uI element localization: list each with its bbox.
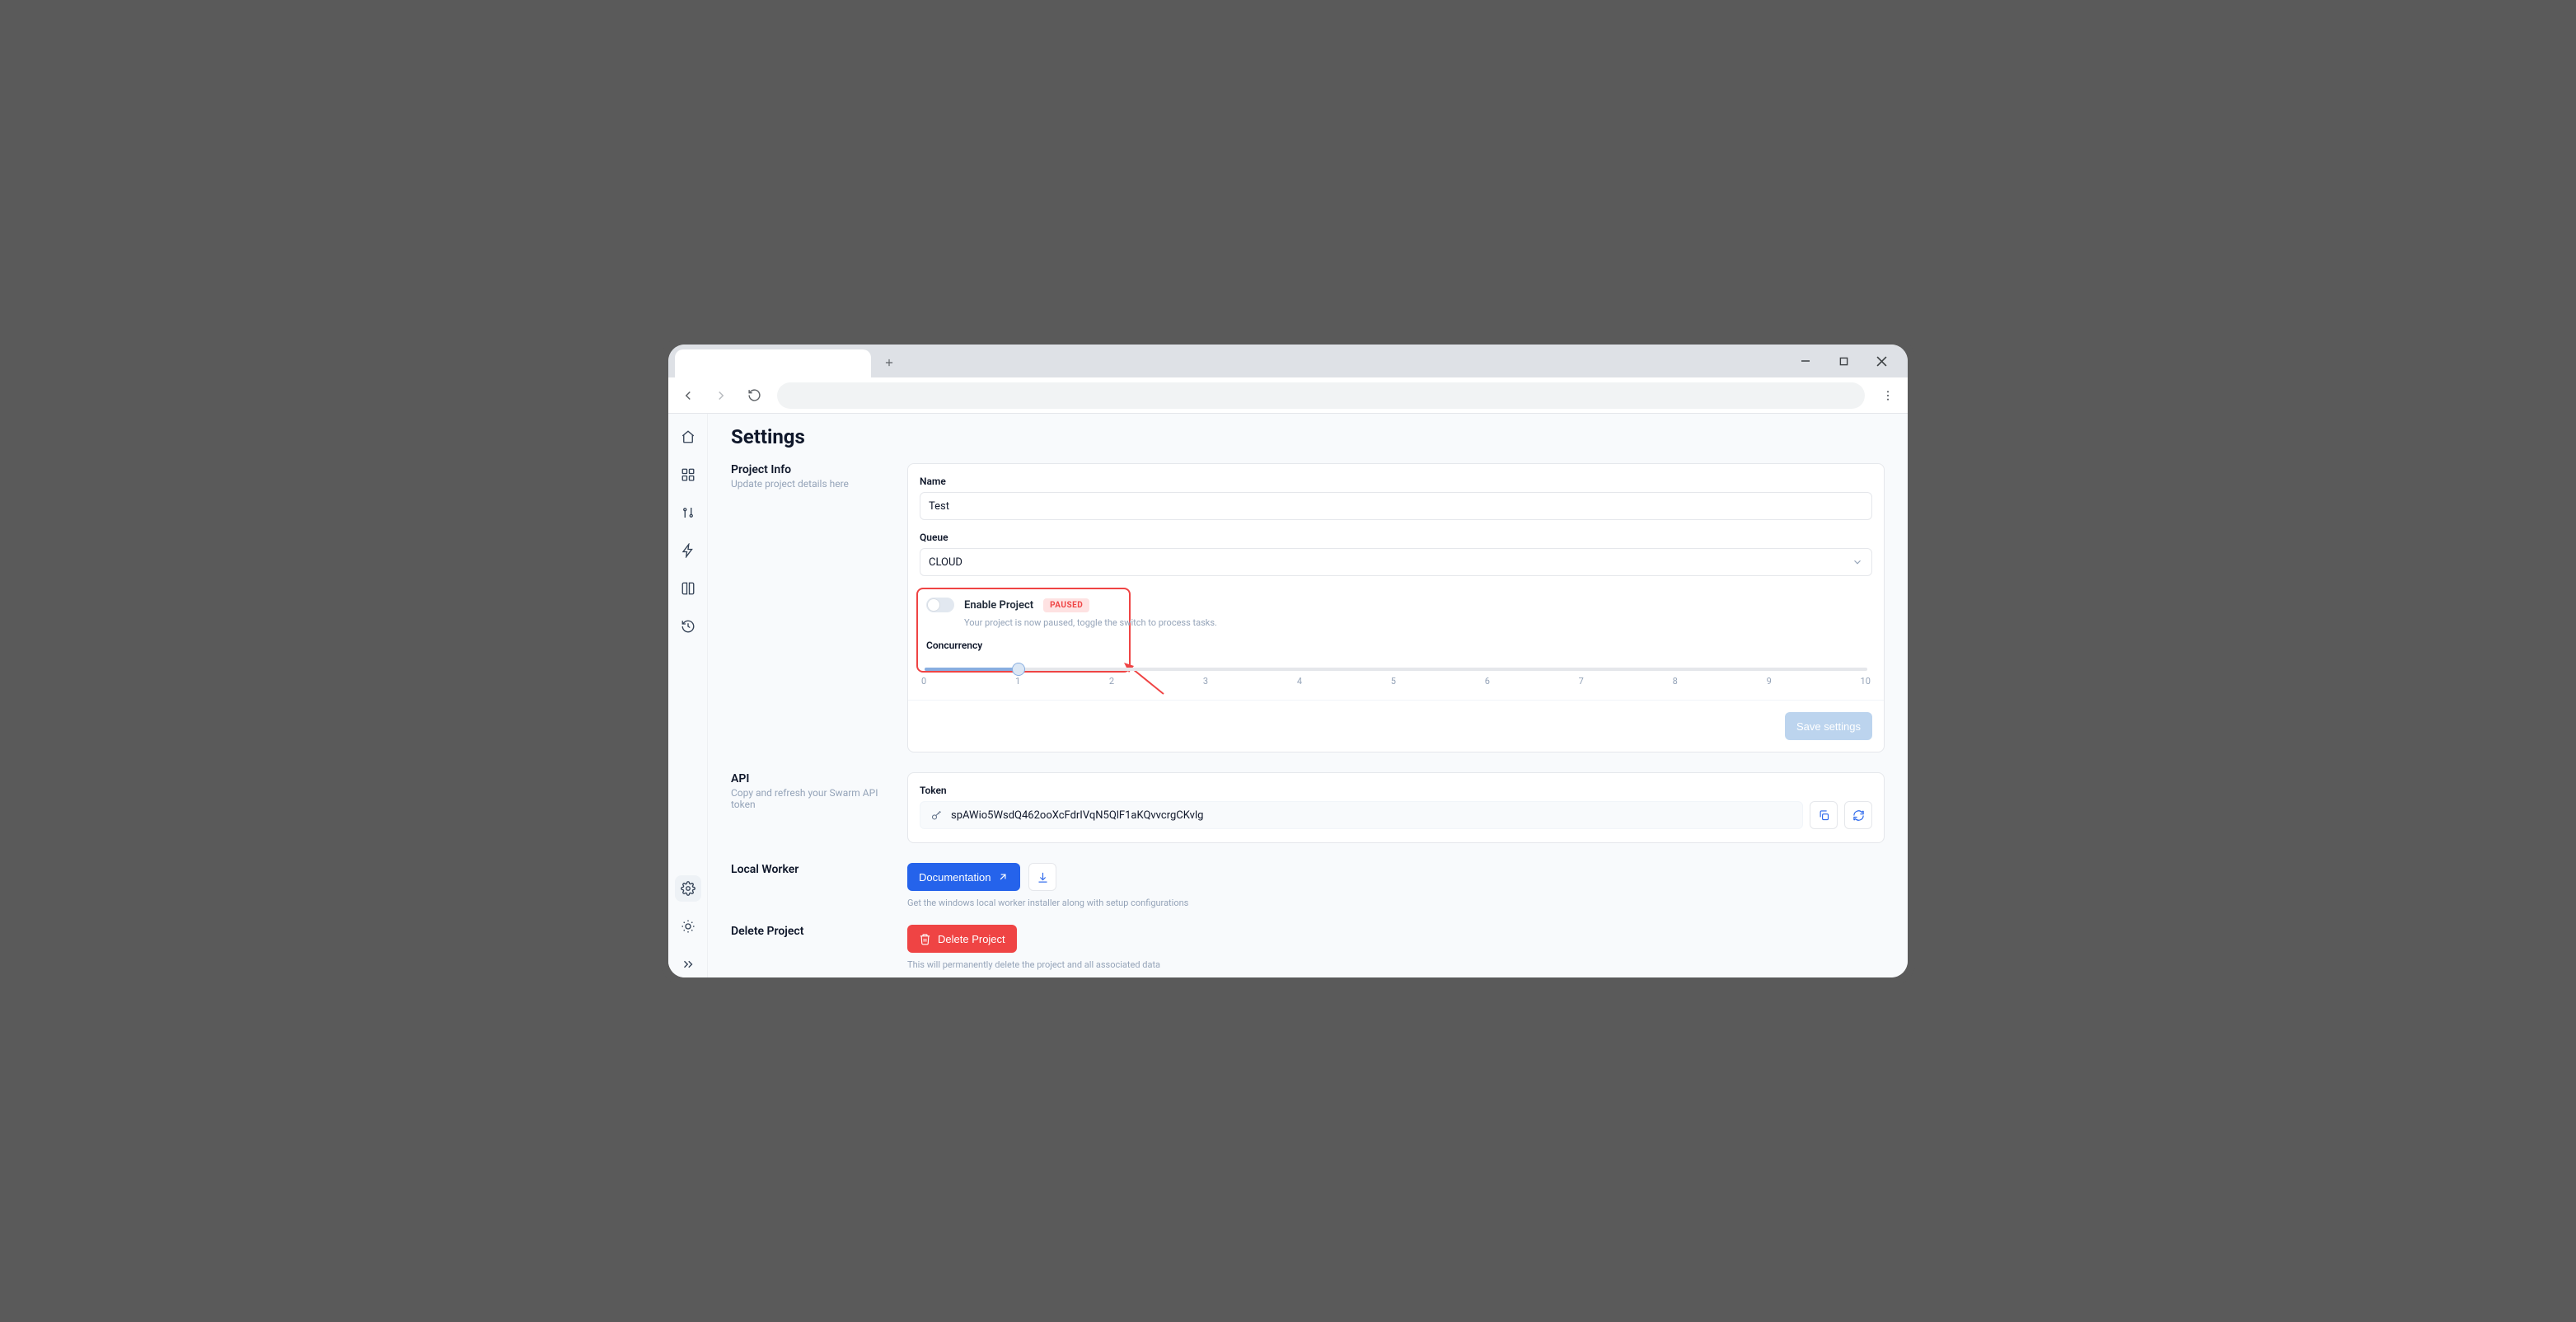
section-api: API Copy and refresh your Swarm API toke… (731, 772, 1885, 843)
trash-icon (919, 933, 931, 945)
name-value: Test (929, 500, 949, 513)
token-display: spAWio5WsdQ462ooXcFdrIVqN5QlF1aKQvvcrgCK… (920, 801, 1803, 829)
section-project-info: Project Info Update project details here… (731, 463, 1885, 752)
page-title: Settings (731, 425, 1885, 448)
sidebar-history[interactable] (675, 613, 701, 640)
documentation-label: Documentation (919, 871, 991, 884)
sidebar-branches[interactable] (675, 499, 701, 526)
queue-select[interactable]: CLOUD (920, 548, 1872, 576)
slider-tick: 1 (1015, 676, 1020, 687)
sidebar-activity[interactable] (675, 537, 701, 564)
concurrency-label: Concurrency (926, 640, 1121, 651)
section-title: Local Worker (731, 863, 889, 876)
name-label: Name (920, 476, 1872, 487)
download-icon (1037, 871, 1049, 884)
token-value: spAWio5WsdQ462ooXcFdrIVqN5QlF1aKQvvcrgCK… (951, 809, 1203, 822)
chevron-down-icon (1852, 556, 1863, 568)
documentation-button[interactable]: Documentation (907, 863, 1020, 891)
annotation-highlight: Enable Project PAUSED Your project is no… (916, 588, 1131, 673)
close-window-button[interactable] (1870, 349, 1893, 373)
nav-back-button[interactable] (675, 382, 701, 409)
sidebar-settings[interactable] (675, 875, 701, 902)
sidebar-home[interactable] (675, 424, 701, 450)
save-settings-label: Save settings (1796, 720, 1861, 733)
sidebar-docs[interactable] (675, 575, 701, 602)
maximize-button[interactable] (1832, 349, 1855, 373)
book-icon (681, 581, 696, 596)
delete-hint: This will permanently delete the project… (907, 959, 1885, 970)
sidebar-theme[interactable] (675, 913, 701, 940)
app-root: Settings Project Info Update project det… (668, 414, 1908, 977)
copy-icon (1818, 809, 1830, 822)
enable-project-toggle[interactable] (926, 598, 954, 612)
queue-label: Queue (920, 532, 1872, 543)
section-title: Project Info (731, 463, 889, 476)
bolt-icon (681, 543, 696, 558)
enable-project-help: Your project is now paused, toggle the s… (964, 617, 1121, 628)
paused-badge: PAUSED (1043, 598, 1089, 612)
browser-menu-button[interactable] (1875, 382, 1901, 409)
window-controls (1794, 345, 1904, 377)
key-icon (930, 809, 943, 822)
queue-value: CLOUD (929, 556, 962, 569)
minimize-button[interactable] (1794, 349, 1817, 373)
token-label: Token (920, 785, 1872, 796)
home-icon (681, 429, 696, 444)
browser-toolbar (668, 377, 1908, 414)
slider-tick: 5 (1391, 676, 1396, 687)
section-delete-project: Delete Project Delete Project This will … (731, 925, 1885, 970)
tab-strip (668, 345, 1908, 377)
local-worker-hint: Get the windows local worker installer a… (907, 898, 1885, 908)
slider-tick: 10 (1861, 676, 1871, 687)
delete-project-label: Delete Project (938, 933, 1005, 945)
slider-tick: 9 (1767, 676, 1772, 687)
section-title: API (731, 772, 889, 785)
slider-tick: 7 (1579, 676, 1584, 687)
delete-project-button[interactable]: Delete Project (907, 925, 1017, 953)
slider-tick: 3 (1203, 676, 1208, 687)
slider-tick: 0 (921, 676, 926, 687)
address-bar[interactable] (777, 382, 1865, 409)
chevrons-right-icon (681, 957, 696, 972)
section-subtitle: Update project details here (731, 478, 889, 490)
sun-icon (681, 919, 696, 934)
settings-page: Settings Project Info Update project det… (708, 414, 1908, 977)
refresh-icon (1852, 809, 1865, 822)
concurrency-ticks: 0 1 2 3 4 5 6 7 8 9 10 (920, 676, 1872, 687)
sidebar-collapse[interactable] (675, 951, 701, 977)
browser-tab[interactable] (675, 349, 871, 377)
reload-button[interactable] (741, 382, 767, 409)
browser-window: Settings Project Info Update project det… (668, 345, 1908, 977)
project-info-card: Name Test Queue CLOUD (907, 463, 1885, 752)
nav-forward-button[interactable] (708, 382, 734, 409)
grid-icon (681, 467, 696, 482)
history-icon (681, 619, 696, 634)
name-input[interactable]: Test (920, 492, 1872, 520)
gear-icon (681, 881, 696, 896)
enable-project-label: Enable Project (964, 599, 1033, 612)
section-local-worker: Local Worker Documentation (731, 863, 1885, 908)
slider-tick: 8 (1673, 676, 1678, 687)
slider-tick: 4 (1297, 676, 1302, 687)
api-card: Token spAWio5WsdQ462ooXcFdrIVqN5QlF1aKQv… (907, 772, 1885, 843)
copy-token-button[interactable] (1810, 801, 1838, 829)
slider-tick: 2 (1109, 676, 1114, 687)
refresh-token-button[interactable] (1844, 801, 1872, 829)
save-settings-button[interactable]: Save settings (1785, 712, 1872, 740)
section-subtitle: Copy and refresh your Swarm API token (731, 787, 889, 810)
sidebar-apps[interactable] (675, 462, 701, 488)
section-title: Delete Project (731, 925, 889, 938)
sliders-icon (681, 505, 696, 520)
external-link-icon (997, 871, 1009, 883)
concurrency-slider[interactable]: 0 1 2 3 4 5 6 7 8 9 10 (920, 668, 1872, 687)
download-worker-button[interactable] (1028, 863, 1056, 891)
new-tab-button[interactable] (878, 351, 901, 374)
sidebar (668, 414, 708, 977)
slider-tick: 6 (1485, 676, 1490, 687)
